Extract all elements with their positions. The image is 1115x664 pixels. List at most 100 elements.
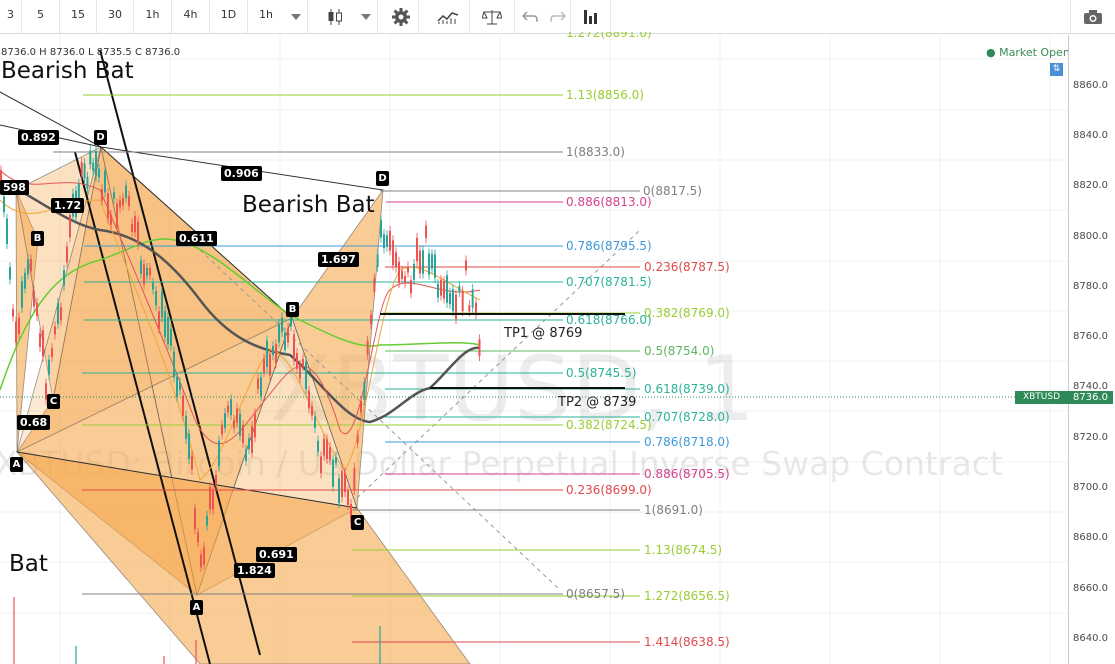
candle-body [89,150,92,165]
fib-level-label: 0.236(8787.5) [644,260,730,274]
candle-body [341,471,343,498]
fib-level-label: 0.5(8745.5) [566,366,637,380]
data-window-button[interactable] [571,0,611,33]
candle-body [39,333,41,348]
candle-body [122,197,124,206]
candle-body [66,246,68,263]
candle-body [149,267,151,276]
price-axis-label: 8800.0 [1073,231,1108,242]
candle-body [206,515,208,526]
candle-body [299,364,301,379]
candle-body [173,351,175,378]
price-axis[interactable]: 8860.0 8840.0 8820.0 8800.0 8780.0 8760.0 8740… [1068,35,1115,664]
candle-body [92,162,95,171]
candle-body [419,250,421,274]
fib-level-label: 0.707(8781.5) [566,275,652,289]
candle-body [329,447,331,461]
interval-3-button[interactable]: 3 [0,0,22,33]
price-axis-label: 8640.0 [1073,633,1108,644]
candle-body [370,314,372,324]
fib-level-label: 0.886(8813.0) [566,195,652,209]
price-axis-label: 8860.0 [1073,80,1108,91]
candle-body [194,508,196,529]
fib-level-label: 1.272(8656.5) [644,589,730,603]
candle-body [308,390,310,409]
candle-body [227,405,229,413]
undo-button[interactable] [515,0,545,33]
interval-1d-button[interactable]: 1D [210,0,248,33]
candle-body [320,456,322,474]
candle-body [143,264,145,285]
candle-body [221,424,223,435]
candle-body [33,290,35,307]
point-label-c: C [351,515,364,530]
candle-body [200,554,202,568]
tp2-label: TP2 @ 8739 [558,395,637,410]
price-axis-label: 8840.0 [1073,130,1108,141]
candle-body [24,272,26,289]
interval-4h-button[interactable]: 4h [172,0,210,33]
candle-body [146,267,148,276]
price-chart-area[interactable]: XBTUSD, 1 XBTUSD: Bitcoin / US Dollar Pe… [0,35,1068,664]
chart-canvas[interactable]: XBTUSD, 1 XBTUSD: Bitcoin / US Dollar Pe… [0,35,1068,664]
candle-body [30,259,32,272]
info-expand-button[interactable]: ⇅ [1050,63,1063,76]
indicators-icon [437,11,459,24]
interval-current-button[interactable]: 1h [248,0,284,33]
candle-body [335,456,337,464]
candle-body [230,399,232,416]
chart-style-button[interactable] [316,0,354,33]
fib-level-label: 0.382(8769.0) [644,306,730,320]
interval-5-button[interactable]: 5 [22,0,60,33]
interval-15-button[interactable]: 15 [60,0,97,33]
chevron-down-icon [360,13,371,20]
interval-dropdown-button[interactable] [284,0,308,33]
ratio-label: 0.906 [221,166,262,181]
candle-body [455,294,457,320]
redo-button[interactable] [545,0,571,33]
candle-body [395,252,397,268]
candle-body [465,260,467,271]
interval-30-button[interactable]: 30 [97,0,134,33]
candle-body [9,267,11,280]
candle-body [452,289,454,312]
candle-body [260,377,262,397]
compare-icon [482,9,502,24]
settings-button[interactable] [383,0,419,33]
price-axis-label: 8720.0 [1073,432,1108,443]
candle-body [353,468,356,490]
candle-body [182,395,184,416]
candle-body [305,361,307,390]
candle-body [63,270,65,286]
candles-icon [328,8,342,25]
fib-level-label: 0.5(8754.0) [644,344,715,358]
fib-level-label: 0.786(8718.0) [644,435,730,449]
candle-body [416,237,418,262]
candle-body [80,162,83,176]
candle-body [95,151,97,177]
candle-body [407,266,409,273]
fib-level-label: 0.786(8795.5) [566,239,652,253]
candle-body [15,321,17,343]
tp1-label: TP1 @ 8769 [504,326,583,341]
snapshot-button[interactable] [1070,0,1115,33]
candle-body [191,455,193,470]
candle-body [134,216,136,233]
candle-body [446,275,448,303]
fib-level-label: 0(8817.5) [643,184,702,198]
chart-style-dropdown[interactable] [354,0,378,33]
pattern-label-bearish-bat-right: Bearish Bat [242,192,375,218]
candle-body [383,234,385,249]
price-axis-label: 8660.0 [1073,583,1108,594]
interval-1h-button[interactable]: 1h [134,0,172,33]
candle-body [269,353,271,376]
candle-body [311,406,313,416]
candle-body [422,250,424,274]
ratio-label: 0.691 [256,547,297,562]
pattern-label-bat: Bat [9,551,48,577]
candle-body [6,218,8,245]
ratio-label: 0.68 [17,415,51,430]
compare-button[interactable] [470,0,515,33]
indicators-button[interactable] [427,0,470,33]
